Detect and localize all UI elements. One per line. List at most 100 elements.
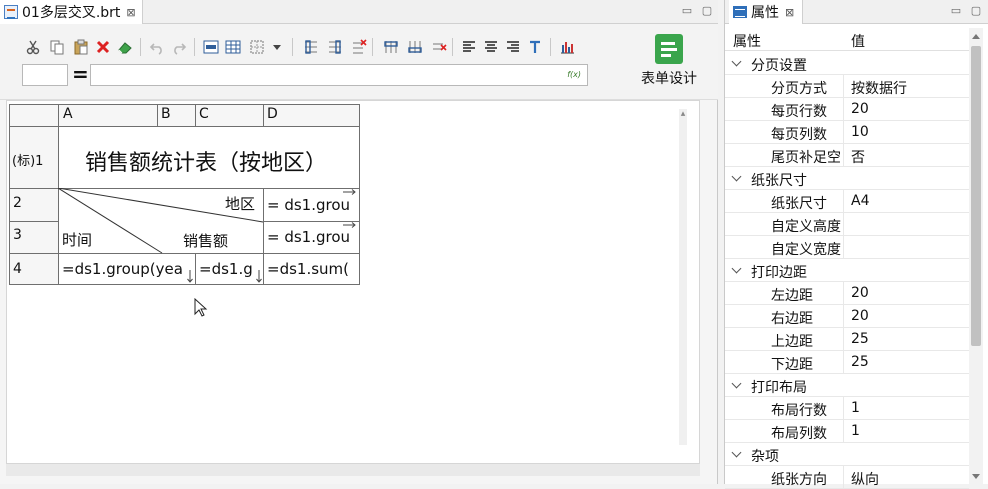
eraser-icon[interactable] bbox=[116, 38, 134, 56]
align-left-icon[interactable] bbox=[460, 38, 478, 56]
property-row[interactable]: 右边距 20 bbox=[725, 305, 969, 328]
scroll-down-icon[interactable] bbox=[972, 474, 980, 479]
report-title-cell[interactable]: 销售额统计表（按地区） bbox=[85, 145, 327, 177]
properties-scrollbar[interactable] bbox=[969, 28, 983, 484]
redo-icon[interactable] bbox=[170, 38, 188, 56]
column-header-c[interactable]: C bbox=[199, 106, 209, 122]
sheet-vertical-scrollbar[interactable]: ▴ bbox=[679, 109, 687, 445]
column-header-d[interactable]: D bbox=[267, 106, 278, 122]
scroll-thumb[interactable] bbox=[971, 46, 981, 346]
property-group[interactable]: 纸张尺寸 bbox=[725, 167, 969, 190]
align-center-icon[interactable] bbox=[482, 38, 500, 56]
cut-icon[interactable] bbox=[24, 38, 42, 56]
chevron-down-icon[interactable] bbox=[731, 56, 742, 67]
row-header-2[interactable]: 2 bbox=[13, 195, 22, 211]
expand-down-icon bbox=[187, 270, 193, 283]
chevron-down-icon[interactable] bbox=[731, 378, 742, 389]
property-row[interactable]: 每页行数 20 bbox=[725, 98, 969, 121]
property-row[interactable]: 布局行数 1 bbox=[725, 397, 969, 420]
property-value[interactable]: 10 bbox=[851, 124, 869, 140]
insert-row-above-icon[interactable] bbox=[382, 38, 400, 56]
chevron-down-icon[interactable] bbox=[731, 447, 742, 458]
maximize-icon[interactable]: ▢ bbox=[700, 5, 714, 17]
property-name-header: 属性 bbox=[733, 34, 761, 50]
property-row[interactable]: 左边距 20 bbox=[725, 282, 969, 305]
form-design-button[interactable]: 表单设计 bbox=[636, 34, 702, 88]
text-style-icon[interactable] bbox=[526, 38, 544, 56]
property-value[interactable]: 否 bbox=[851, 147, 865, 167]
cell-c4[interactable]: =ds1.g bbox=[199, 260, 259, 278]
minimize-icon[interactable]: ▭ bbox=[949, 5, 963, 17]
chart-icon[interactable] bbox=[558, 38, 576, 56]
cell-d2[interactable]: = ds1.grou bbox=[267, 196, 359, 214]
property-value[interactable]: 1 bbox=[851, 400, 860, 416]
align-right-icon[interactable] bbox=[504, 38, 522, 56]
scroll-up-icon[interactable]: ▴ bbox=[679, 109, 687, 121]
report-file-icon bbox=[4, 5, 18, 19]
property-value-header: 值 bbox=[851, 34, 865, 50]
property-value[interactable]: 20 bbox=[851, 285, 869, 301]
table-grid-icon[interactable] bbox=[224, 38, 242, 56]
column-header-b[interactable]: B bbox=[161, 106, 171, 122]
cell-reference-input[interactable] bbox=[22, 64, 68, 86]
cell-d4[interactable]: =ds1.sum( bbox=[267, 260, 359, 278]
undo-icon[interactable] bbox=[148, 38, 166, 56]
minimize-icon[interactable]: ▭ bbox=[680, 5, 694, 17]
delete-column-icon[interactable] bbox=[350, 38, 368, 56]
time-label-cell: 时间 bbox=[62, 231, 93, 249]
formula-input[interactable]: f(x) bbox=[90, 64, 588, 86]
property-row[interactable]: 上边距 25 bbox=[725, 328, 969, 351]
row-header-4[interactable]: 4 bbox=[13, 261, 22, 277]
delete-icon[interactable] bbox=[94, 38, 112, 56]
property-group[interactable]: 打印布局 bbox=[725, 374, 969, 397]
paste-icon[interactable] bbox=[72, 38, 90, 56]
property-group[interactable]: 打印边距 bbox=[725, 259, 969, 282]
property-row[interactable]: 布局列数 1 bbox=[725, 420, 969, 443]
cell-d3[interactable]: = ds1.grou bbox=[267, 228, 359, 246]
border-style-icon[interactable] bbox=[248, 38, 266, 56]
insert-column-left-icon[interactable] bbox=[302, 38, 320, 56]
dropdown-arrow-icon[interactable] bbox=[268, 38, 286, 56]
cell-a4[interactable]: =ds1.group(yea bbox=[62, 260, 192, 278]
property-row[interactable]: 尾页补足空否 bbox=[725, 144, 969, 167]
property-value[interactable]: 25 bbox=[851, 331, 869, 347]
chevron-down-icon[interactable] bbox=[731, 171, 742, 182]
property-row[interactable]: 每页列数 10 bbox=[725, 121, 969, 144]
merge-cells-icon[interactable] bbox=[202, 38, 220, 56]
property-value[interactable]: 25 bbox=[851, 354, 869, 370]
properties-tab[interactable]: 属性 ⊠ bbox=[729, 0, 804, 24]
property-row[interactable]: 下边距 25 bbox=[725, 351, 969, 374]
property-name: 分页方式 bbox=[771, 81, 827, 97]
property-value[interactable]: 20 bbox=[851, 308, 869, 324]
scroll-up-icon[interactable] bbox=[972, 34, 980, 39]
delete-row-icon[interactable] bbox=[430, 38, 448, 56]
row-header-1[interactable]: (标)1 bbox=[12, 150, 43, 169]
close-tab-icon[interactable]: ⊠ bbox=[785, 6, 794, 19]
column-header-a[interactable]: A bbox=[63, 106, 73, 122]
property-group[interactable]: 分页设置 bbox=[725, 52, 969, 75]
property-row[interactable]: 分页方式 按数据行 bbox=[725, 75, 969, 98]
property-row[interactable]: 自定义宽度 bbox=[725, 236, 969, 259]
property-row[interactable]: 纸张方向 纵向 bbox=[725, 466, 969, 489]
function-icon[interactable]: f(x) bbox=[567, 70, 581, 79]
property-name: 右边距 bbox=[771, 311, 813, 327]
chevron-down-icon[interactable] bbox=[731, 263, 742, 274]
property-row[interactable]: 自定义高度 bbox=[725, 213, 969, 236]
maximize-icon[interactable]: ▢ bbox=[969, 5, 983, 17]
column-divider bbox=[843, 282, 844, 305]
property-row[interactable]: 纸张尺寸 A4 bbox=[725, 190, 969, 213]
property-value[interactable]: 1 bbox=[851, 423, 860, 439]
property-value[interactable]: 按数据行 bbox=[851, 78, 907, 98]
copy-icon[interactable] bbox=[48, 38, 66, 56]
insert-column-right-icon[interactable] bbox=[326, 38, 344, 56]
property-value[interactable]: 纵向 bbox=[851, 469, 879, 489]
editor-tab[interactable]: 01多层交叉.brt ⊠ bbox=[0, 0, 143, 24]
sheet-horizontal-scrollbar[interactable] bbox=[6, 464, 700, 476]
property-value[interactable]: A4 bbox=[851, 193, 869, 209]
property-value[interactable]: 20 bbox=[851, 101, 869, 117]
property-group[interactable]: 杂项 bbox=[725, 443, 969, 466]
row-header-3[interactable]: 3 bbox=[13, 227, 22, 243]
insert-row-below-icon[interactable] bbox=[406, 38, 424, 56]
close-tab-icon[interactable]: ⊠ bbox=[126, 6, 135, 19]
properties-tab-title: 属性 bbox=[751, 5, 779, 21]
